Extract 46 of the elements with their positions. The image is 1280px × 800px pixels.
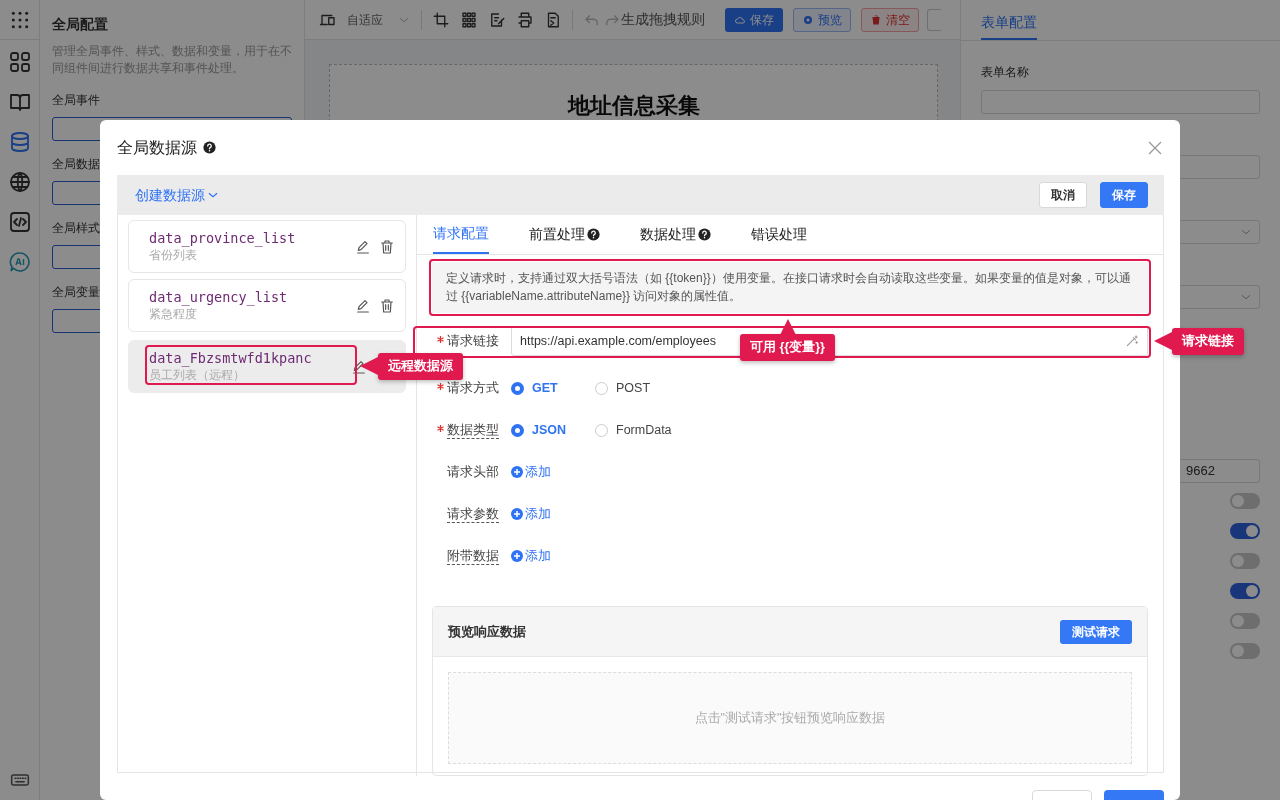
section-title: 预览响应数据	[448, 622, 526, 641]
radio-option[interactable]: GET	[511, 378, 573, 398]
tab[interactable]: 前置处理	[529, 215, 600, 254]
field-label: 附带数据	[447, 547, 499, 565]
toolbar-button[interactable]: 保存	[725, 7, 783, 32]
field-label: 请求链接	[447, 332, 499, 350]
toolbar-button[interactable]: 预览	[793, 7, 851, 32]
toolbar-button[interactable]: 清空	[861, 7, 919, 32]
source-name: data_urgency_list	[149, 288, 288, 306]
radio-option[interactable]: FormData	[595, 420, 672, 440]
section-label: 全局事件	[52, 92, 100, 109]
tab[interactable]: 请求配置	[433, 215, 489, 254]
tab[interactable]: 表单配置	[981, 0, 1037, 40]
field-label: 请求方式	[447, 379, 499, 397]
layout-select[interactable]: 自适应	[347, 10, 411, 29]
section-label: 全局数据	[52, 156, 100, 173]
form-title: 地址信息采集	[567, 92, 700, 119]
tab[interactable]: 数据处理	[640, 215, 711, 254]
generate-rule-button[interactable]: 生成拖拽规则	[621, 9, 705, 30]
field-label: 表单名称	[981, 64, 1030, 81]
save-button[interactable]: 保存	[1100, 182, 1148, 208]
data-source-item[interactable]: data_urgency_list 紧急程度	[128, 279, 406, 332]
add-link[interactable]: 添加	[511, 546, 551, 566]
section-label: 全局变量	[52, 284, 100, 301]
radio-option[interactable]: JSON	[511, 420, 573, 440]
create-menu[interactable]: 创建数据源	[135, 184, 220, 206]
field-label: 数据类型	[447, 421, 499, 439]
data-source-item[interactable]: data_province_list 省份列表	[128, 220, 406, 273]
source-description: 紧急程度	[149, 306, 197, 323]
notice-text: 定义请求时，支持通过双大括号语法（如 {{token}}）使用变量。在接口请求时会自动读取这些变量。如果变量的值是对象，可以通过 {{variableName.attributeName}} 访问对象的属性值。	[432, 262, 1148, 313]
radio-option[interactable]: POST	[595, 378, 657, 398]
section-label: 全局样式	[52, 220, 100, 237]
panel-title: 全局配置	[52, 15, 109, 34]
source-name: data_Fbzsmtwfd1kpanc	[149, 349, 312, 367]
dialog-title: 全局数据源	[117, 137, 197, 158]
empty-state-text: 点击"测试请求"按钮预览响应数据	[448, 672, 1132, 764]
tab[interactable]: 错误处理	[751, 215, 807, 254]
source-description: 省份列表	[149, 247, 197, 264]
add-link[interactable]: 添加	[511, 504, 551, 524]
field-label: 请求参数	[447, 505, 499, 523]
source-name: data_province_list	[149, 229, 296, 247]
test-request-button[interactable]: 测试请求	[1060, 619, 1132, 644]
cancel-button[interactable]: 取消	[1039, 182, 1087, 208]
source-description: 员工列表（远程）	[149, 367, 245, 384]
field-label: 请求头部	[447, 463, 499, 481]
add-link[interactable]: 添加	[511, 462, 551, 482]
